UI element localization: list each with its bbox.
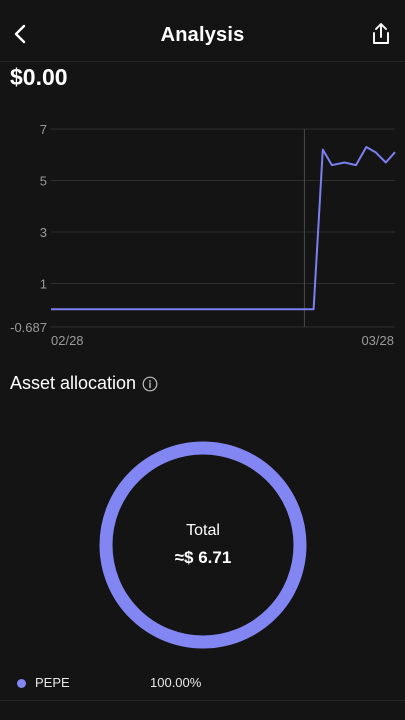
header-divider bbox=[0, 61, 405, 62]
total-label: Total bbox=[186, 522, 220, 539]
y-tick-label: -0.687 bbox=[10, 320, 47, 335]
page-title: Analysis bbox=[160, 24, 245, 46]
x-tick-label: 02/28 bbox=[51, 333, 84, 348]
legend-item-pepe[interactable]: PEPE 100.00% bbox=[0, 670, 405, 698]
balance-chart[interactable]: 7 5 3 1 -0.687 02/28 03/28 bbox=[0, 110, 405, 355]
legend-asset-name: PEPE bbox=[35, 675, 70, 690]
y-tick-label: 5 bbox=[40, 174, 47, 189]
y-tick-label: 7 bbox=[40, 122, 47, 137]
asset-allocation-label: Asset allocation bbox=[10, 373, 137, 393]
share-button[interactable] bbox=[365, 20, 397, 52]
total-value: ≈$ 6.71 bbox=[174, 548, 232, 567]
balance-value: $0.00 bbox=[10, 64, 68, 90]
legend-asset-percent: 100.00% bbox=[150, 675, 202, 690]
donut-center: Total ≈$ 6.71 bbox=[96, 438, 310, 652]
x-tick-label: 03/28 bbox=[361, 333, 394, 348]
legend-color-dot bbox=[17, 679, 26, 688]
y-tick-label: 1 bbox=[40, 277, 47, 292]
header: Analysis bbox=[0, 0, 405, 62]
bottom-divider bbox=[0, 700, 405, 701]
chart-svg: 7 5 3 1 -0.687 02/28 03/28 bbox=[10, 122, 396, 348]
info-icon[interactable] bbox=[142, 376, 158, 392]
share-icon bbox=[370, 22, 392, 51]
asset-allocation-title: Asset allocation bbox=[10, 373, 158, 394]
y-tick-label: 3 bbox=[40, 225, 47, 240]
series-line bbox=[51, 146, 396, 311]
